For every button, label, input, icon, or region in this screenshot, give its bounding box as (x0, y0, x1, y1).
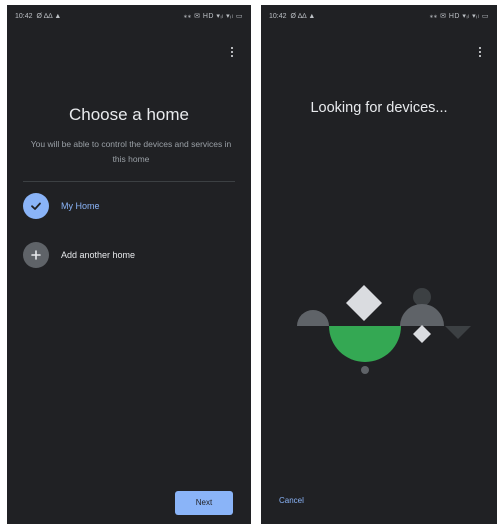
status-time: 10:42 (15, 12, 33, 20)
green-bowl-shape (329, 326, 401, 362)
more-options-icon[interactable] (225, 43, 239, 61)
status-right-icons: ⁎⁎ ✉ HD ▾ᵢₗ ▾ᵢₗ ▭ (183, 13, 243, 20)
white-diamond-shape (346, 285, 382, 321)
choose-home-screen: 10:42 Ø ∆∆ ▲ ⁎⁎ ✉ HD ▾ᵢₗ ▾ᵢₗ ▭ Choose a … (7, 5, 251, 524)
small-dot (361, 366, 369, 374)
next-button[interactable]: Next (175, 491, 233, 515)
add-another-home-option[interactable]: Add another home (23, 241, 135, 269)
status-time: 10:42 (269, 12, 287, 20)
looking-for-devices-screen: 10:42 Ø ∆∆ ▲ ⁎⁎ ✉ HD ▾ᵢₗ ▾ᵢₗ ▭ Looking f… (261, 5, 497, 524)
gray-half-circle-left (297, 310, 329, 326)
small-gray-circle (413, 288, 431, 306)
status-right-icons: ⁎⁎ ✉ HD ▾ᵢₗ ▾ᵢₗ ▭ (429, 13, 489, 20)
home-option-label: My Home (61, 201, 100, 211)
cancel-button[interactable]: Cancel (279, 496, 304, 505)
more-options-icon[interactable] (473, 43, 487, 61)
gray-half-circle-right (400, 304, 444, 326)
home-option-label: Add another home (61, 250, 136, 260)
status-bar: 10:42 Ø ∆∆ ▲ ⁎⁎ ✉ HD ▾ᵢₗ ▾ᵢₗ ▭ (261, 5, 497, 27)
plus-icon (23, 242, 49, 268)
searching-devices-illustration (297, 285, 471, 374)
status-bar: 10:42 Ø ∆∆ ▲ ⁎⁎ ✉ HD ▾ᵢₗ ▾ᵢₗ ▭ (7, 5, 251, 27)
status-left-icons: Ø ∆∆ ▲ (290, 12, 316, 20)
page-subtitle: You will be able to control the devices … (30, 139, 232, 164)
dark-triangle-shape (445, 326, 471, 339)
small-white-diamond (413, 325, 431, 343)
page-title: Choose a home (68, 105, 190, 124)
page-title: Looking for devices... (310, 100, 448, 116)
status-left-icons: Ø ∆∆ ▲ (36, 12, 62, 20)
check-icon (23, 193, 49, 219)
home-option-my-home[interactable]: My Home (23, 192, 100, 220)
divider (23, 181, 235, 182)
